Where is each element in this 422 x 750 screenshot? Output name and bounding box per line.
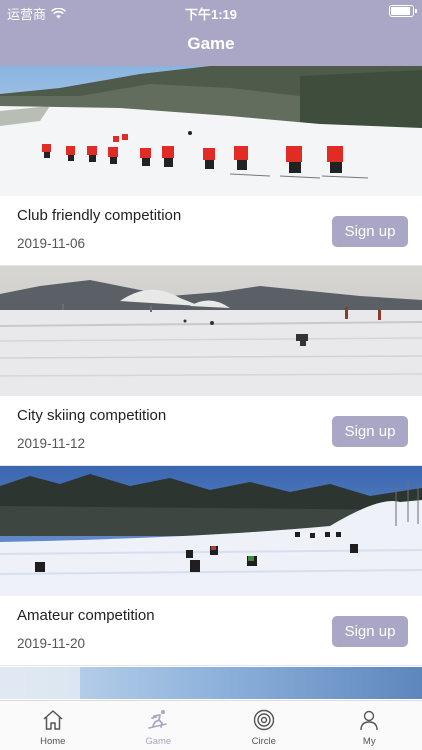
event-photo — [0, 66, 422, 196]
tab-label: My — [362, 736, 376, 747]
sign-up-button[interactable]: Sign up — [332, 616, 408, 647]
home-icon — [43, 710, 63, 730]
sign-up-button[interactable]: Sign up — [332, 416, 408, 447]
person-icon — [360, 710, 378, 731]
event-card[interactable]: City skiing competition 2019-11-12 Sign … — [0, 266, 422, 466]
event-photo — [0, 266, 422, 396]
tab-label: Circle — [251, 736, 276, 747]
event-list[interactable]: Club friendly competition 2019-11-06 Sig… — [0, 66, 422, 699]
tab-my[interactable]: My — [317, 701, 422, 750]
event-card[interactable]: Club friendly competition 2019-11-06 Sig… — [0, 66, 422, 266]
event-title: City skiing competition — [17, 407, 167, 424]
skier-icon — [148, 710, 167, 729]
event-date: 2019-11-20 — [17, 636, 86, 651]
status-bar: 运营商 下午1:19 — [0, 0, 422, 22]
event-card[interactable]: Amateur competition 2019-11-20 Sign up — [0, 466, 422, 666]
nav-bar: Game — [0, 22, 422, 66]
tab-label: Game — [145, 736, 172, 747]
tab-label: Home — [40, 736, 66, 747]
event-title: Amateur competition — [17, 607, 155, 624]
tab-game[interactable]: Game — [106, 701, 212, 750]
status-time: 下午1:19 — [184, 7, 238, 22]
event-photo-partial — [0, 667, 422, 699]
page-title: Game — [187, 34, 235, 53]
tab-bar: Home Game Circle My — [0, 700, 422, 750]
tab-home[interactable]: Home — [0, 701, 106, 750]
event-photo — [0, 466, 422, 596]
circle-target-icon — [253, 709, 274, 731]
sign-up-button[interactable]: Sign up — [332, 216, 408, 247]
tab-circle[interactable]: Circle — [211, 701, 317, 750]
event-title: Club friendly competition — [17, 207, 182, 224]
event-date: 2019-11-06 — [17, 236, 86, 251]
battery-icon — [389, 5, 417, 17]
event-date: 2019-11-12 — [17, 436, 86, 451]
